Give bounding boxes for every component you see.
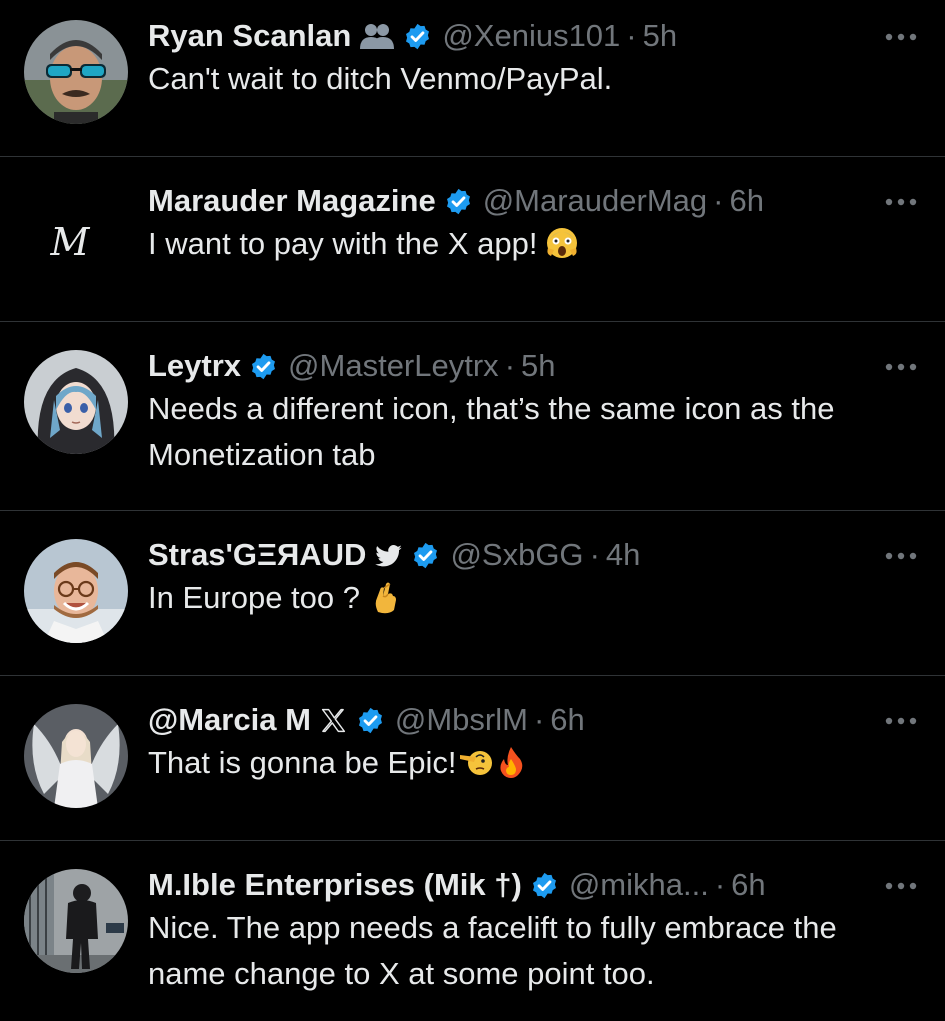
group-affiliation-icon <box>359 22 395 50</box>
verified-badge-icon <box>411 541 440 570</box>
tweet-text: That is gonna be Epic! <box>148 745 457 780</box>
separator-dot: · <box>504 348 516 383</box>
user-handle[interactable]: @MasterLeytrx <box>288 346 499 386</box>
avatar[interactable] <box>24 350 128 454</box>
verified-badge-icon <box>356 706 385 735</box>
tweet-text: Can't wait to ditch Venmo/PayPal. <box>148 61 613 96</box>
display-name[interactable]: Ryan Scanlan <box>148 16 351 56</box>
tweet[interactable]: M.Ible Enterprises (Mik †) @mikha... · 6… <box>0 841 945 1021</box>
tweet[interactable]: Ryan Scanlan @Xenius101 · 5h Can't wait … <box>0 0 945 156</box>
user-handle[interactable]: @MarauderMag <box>483 181 707 221</box>
separator-dot: · <box>626 18 637 53</box>
tweet-header: Ryan Scanlan @Xenius101 · 5h <box>148 16 885 56</box>
tweet-header: Stras'GΞЯAUD @SxbGG · 4h <box>148 535 885 575</box>
timestamp[interactable]: 4h <box>606 535 640 575</box>
user-handle[interactable]: @SxbGG <box>450 535 583 575</box>
more-options-icon[interactable] <box>883 715 919 727</box>
verified-badge-icon <box>403 22 432 51</box>
tweet-text: Needs a different icon, that’s the same … <box>148 391 835 472</box>
avatar[interactable]: M <box>24 185 128 289</box>
tweet-body: I want to pay with the X app! <box>148 221 885 267</box>
timestamp[interactable]: 6h <box>731 865 765 905</box>
tweet[interactable]: Leytrx @MasterLeytrx · 5h Needs a differ… <box>0 322 945 510</box>
tweet[interactable]: @Marcia M @MbsrlM · 6h That is gonna be … <box>0 676 945 840</box>
tweet[interactable]: M Marauder Magazine @MarauderMag · 6h I … <box>0 157 945 321</box>
verified-badge-icon <box>444 187 473 216</box>
crossed-fingers-emoji-icon <box>368 580 402 614</box>
tweet-header: M.Ible Enterprises (Mik †) @mikha... · 6… <box>148 865 885 905</box>
screaming-face-emoji-icon <box>545 226 579 260</box>
timestamp[interactable]: 5h <box>643 16 677 56</box>
more-options-icon[interactable] <box>883 550 919 562</box>
display-name[interactable]: Leytrx <box>148 346 241 386</box>
timestamp[interactable]: 5h <box>521 346 555 386</box>
x-logo-icon <box>319 706 348 735</box>
fire-emoji-icon <box>494 745 528 779</box>
tweet[interactable]: Stras'GΞЯAUD @SxbGG · 4h In Europe too ? <box>0 511 945 675</box>
separator-dot: · <box>533 702 545 737</box>
separator-dot: · <box>713 183 724 218</box>
user-handle[interactable]: @mikha... <box>569 865 709 905</box>
tweet-header: @Marcia M @MbsrlM · 6h <box>148 700 885 740</box>
separator-dot: · <box>589 537 600 572</box>
separator-dot: · <box>714 867 726 902</box>
avatar[interactable] <box>24 704 128 808</box>
avatar[interactable] <box>24 869 128 973</box>
verified-badge-icon <box>530 871 559 900</box>
verified-badge-icon <box>249 352 278 381</box>
tweet-text: In Europe too ? <box>148 580 360 615</box>
display-name[interactable]: M.Ible Enterprises (Mik †) <box>148 865 522 905</box>
tweet-body: In Europe too ? <box>148 575 885 621</box>
tweet-header: Leytrx @MasterLeytrx · 5h <box>148 346 885 386</box>
display-name[interactable]: @Marcia M <box>148 700 311 740</box>
tweet-text: I want to pay with the X app! <box>148 226 538 261</box>
more-options-icon[interactable] <box>883 880 919 892</box>
timestamp[interactable]: 6h <box>550 700 584 740</box>
user-handle[interactable]: @Xenius101 <box>442 16 620 56</box>
avatar[interactable] <box>24 20 128 124</box>
saluting-face-emoji-icon <box>458 745 493 779</box>
timestamp[interactable]: 6h <box>729 181 763 221</box>
twitter-bird-icon <box>374 541 403 570</box>
more-options-icon[interactable] <box>883 361 919 373</box>
tweet-text: Nice. The app needs a facelift to fully … <box>148 910 837 991</box>
display-name[interactable]: Stras'GΞЯAUD <box>148 535 366 575</box>
tweet-body: That is gonna be Epic! <box>148 740 885 786</box>
reply-feed: Ryan Scanlan @Xenius101 · 5h Can't wait … <box>0 0 945 1021</box>
tweet-header: Marauder Magazine @MarauderMag · 6h <box>148 181 885 221</box>
avatar[interactable] <box>24 539 128 643</box>
more-options-icon[interactable] <box>883 196 919 208</box>
magazine-logo-letter: M <box>50 220 91 264</box>
more-options-icon[interactable] <box>883 31 919 43</box>
display-name[interactable]: Marauder Magazine <box>148 181 436 221</box>
user-handle[interactable]: @MbsrlM <box>395 700 528 740</box>
